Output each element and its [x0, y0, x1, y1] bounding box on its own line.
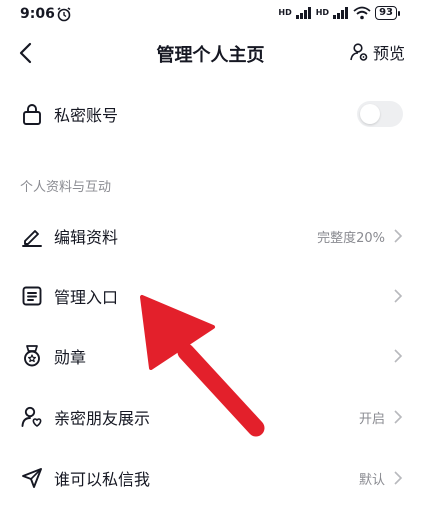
list-item-who-can-message[interactable]: 谁可以私信我 默认 [0, 450, 421, 506]
signal-icon [295, 7, 311, 19]
user-eye-icon [350, 43, 368, 61]
medal-icon [24, 345, 40, 367]
edit-icon [22, 230, 42, 247]
list-item-close-friends[interactable]: 亲密朋友展示 开启 [0, 389, 421, 445]
list-item-label: 谁可以私信我 [54, 470, 151, 489]
list-item-label: 管理入口 [54, 288, 119, 307]
private-account-row: 私密账号 [0, 86, 421, 142]
private-account-label: 私密账号 [54, 106, 119, 125]
close-friends-icon [21, 406, 42, 427]
signal-icon [333, 7, 349, 19]
list-item-label: 亲密朋友展示 [54, 409, 151, 428]
network-badge-1: HD [278, 8, 292, 17]
chevron-right-icon [394, 289, 403, 303]
status-time: 9:06 [20, 6, 55, 22]
send-icon [22, 468, 42, 488]
chevron-right-icon [394, 229, 403, 243]
section-title: 个人资料与互动 [20, 180, 112, 195]
private-account-toggle[interactable] [357, 101, 403, 127]
list-icon [22, 286, 42, 306]
network-badge-2: HD [315, 8, 330, 17]
battery-indicator: 93 [375, 6, 400, 20]
list-item-edit-profile[interactable]: 编辑资料 完整度20% [0, 208, 421, 264]
status-icons: HD HD 93 [278, 6, 400, 20]
chevron-right-icon [394, 410, 403, 424]
chevron-right-icon [394, 471, 403, 485]
nav-bar: 管理个人主页 预览 [0, 32, 421, 72]
list-item-label: 勋章 [54, 348, 87, 367]
wifi-icon [353, 6, 371, 20]
chevron-right-icon [394, 349, 403, 363]
list-item-label: 编辑资料 [54, 228, 119, 247]
lock-icon [23, 104, 41, 125]
list-item-value: 完整度20% [317, 230, 385, 246]
toggle-knob [360, 104, 380, 124]
list-item-manage-entry[interactable]: 管理入口 [0, 268, 421, 324]
list-item-value: 开启 [358, 411, 385, 427]
preview-label: 预览 [372, 44, 405, 63]
status-bar: 9:06 HD HD 93 [0, 0, 421, 32]
alarm-icon [57, 7, 71, 22]
list-item-value: 默认 [358, 472, 385, 488]
preview-button[interactable]: 预览 [349, 40, 405, 64]
list-item-medals[interactable]: 勋章 [0, 328, 421, 384]
